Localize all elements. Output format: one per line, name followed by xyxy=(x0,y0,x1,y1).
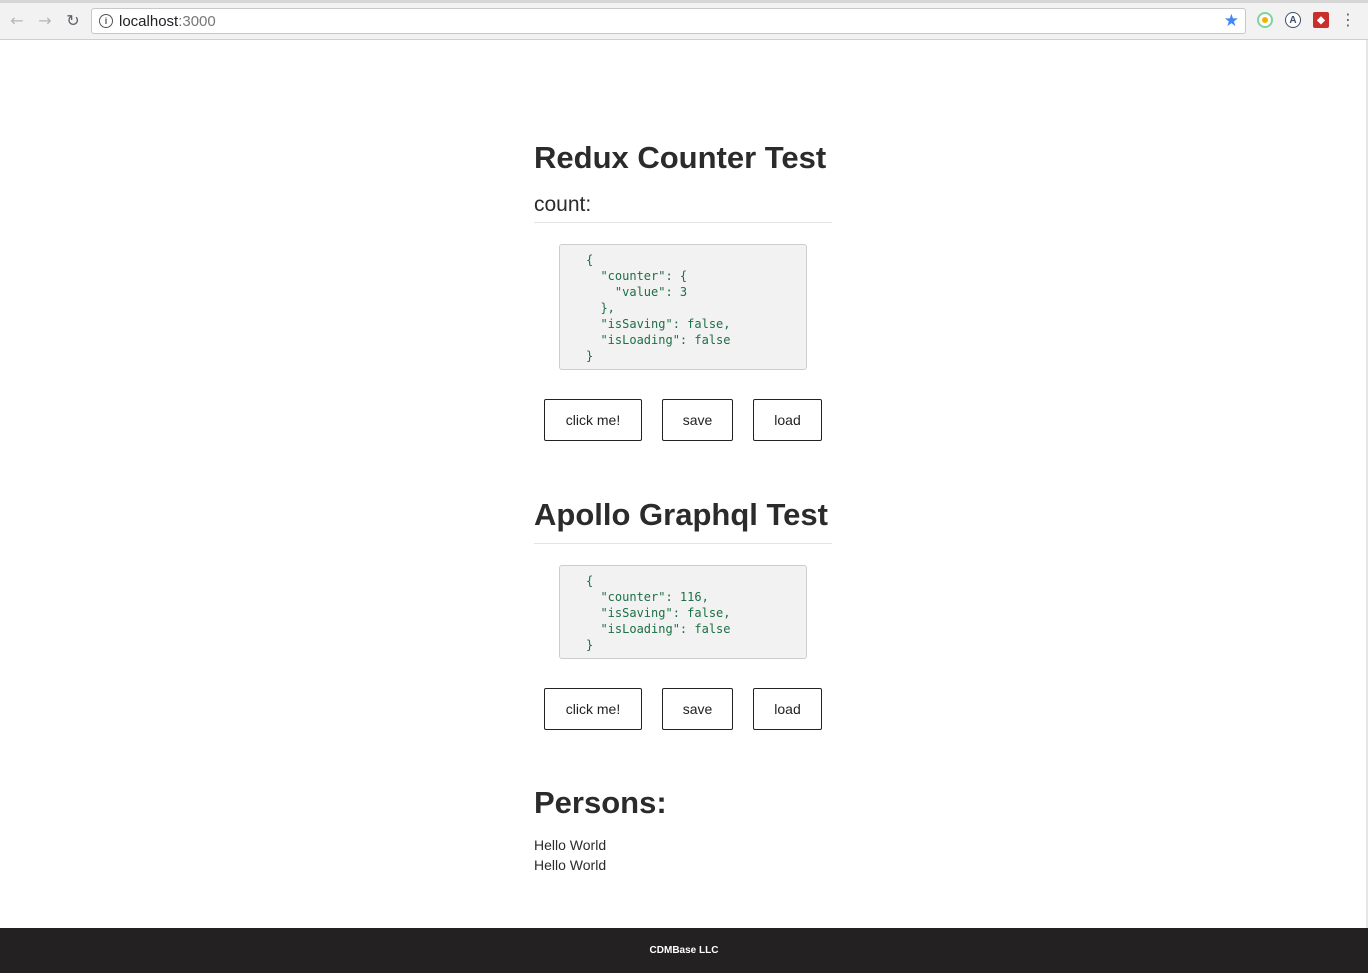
json-line: }, xyxy=(586,301,615,315)
apollo-state-json: { "counter": 116, "isSaving": false, "is… xyxy=(559,565,807,659)
persons-title: Persons: xyxy=(534,785,667,820)
extension-a-icon[interactable]: A xyxy=(1285,12,1301,28)
json-line: "counter": { xyxy=(586,269,688,283)
reload-icon[interactable]: ↻ xyxy=(62,9,84,31)
persons-list: Hello World Hello World xyxy=(534,835,832,875)
json-line: } xyxy=(586,638,594,652)
count-label: count: xyxy=(534,192,832,223)
forward-arrow-icon[interactable]: → xyxy=(34,9,56,31)
apollo-load-button[interactable]: load xyxy=(753,688,822,730)
json-line: "counter": 116, xyxy=(586,590,709,604)
json-line: { xyxy=(586,574,594,588)
tab-strip xyxy=(0,0,1368,3)
list-item: Hello World xyxy=(534,857,607,873)
json-line: "value": 3 xyxy=(586,285,688,299)
json-line: "isSaving": false, xyxy=(586,606,731,620)
json-line: "isLoading": false xyxy=(586,622,731,636)
url-host: localhost xyxy=(119,13,179,30)
json-line: } xyxy=(586,349,594,363)
extension-icon[interactable] xyxy=(1257,12,1273,28)
redux-title: Redux Counter Test xyxy=(534,140,827,175)
apollo-button-row: click me! save load xyxy=(534,688,832,730)
kebab-menu-icon[interactable]: ⋮ xyxy=(1340,10,1356,30)
star-icon[interactable]: ★ xyxy=(1224,11,1239,31)
address-bar[interactable]: i localhost:3000 ★ xyxy=(91,8,1246,34)
url-port: :3000 xyxy=(178,13,216,30)
json-line: "isLoading": false xyxy=(586,333,731,347)
extension-red-icon[interactable]: ◆ xyxy=(1313,12,1329,28)
info-icon[interactable]: i xyxy=(99,14,113,28)
apollo-click-button[interactable]: click me! xyxy=(544,688,642,730)
footer: CDMBase LLC xyxy=(0,928,1368,973)
json-line: { xyxy=(586,253,594,267)
back-arrow-icon[interactable]: ← xyxy=(6,9,28,31)
redux-state-json: { "counter": { "value": 3 }, "isSaving":… xyxy=(559,244,807,370)
apollo-title: Apollo Graphql Test xyxy=(534,497,832,544)
json-line: "isSaving": false, xyxy=(586,317,731,331)
url-text[interactable]: localhost:3000 xyxy=(119,13,216,30)
list-item: Hello World xyxy=(534,837,607,853)
apollo-save-button[interactable]: save xyxy=(662,688,733,730)
redux-save-button[interactable]: save xyxy=(662,399,733,441)
browser-toolbar: ← → ↻ i localhost:3000 ★ A ◆ ⋮ xyxy=(0,0,1368,40)
redux-load-button[interactable]: load xyxy=(753,399,822,441)
redux-button-row: click me! save load xyxy=(534,399,832,441)
main-content: Redux Counter Test count: { "counter": {… xyxy=(534,140,832,875)
footer-text: CDMBase LLC xyxy=(649,945,719,956)
redux-click-button[interactable]: click me! xyxy=(544,399,642,441)
